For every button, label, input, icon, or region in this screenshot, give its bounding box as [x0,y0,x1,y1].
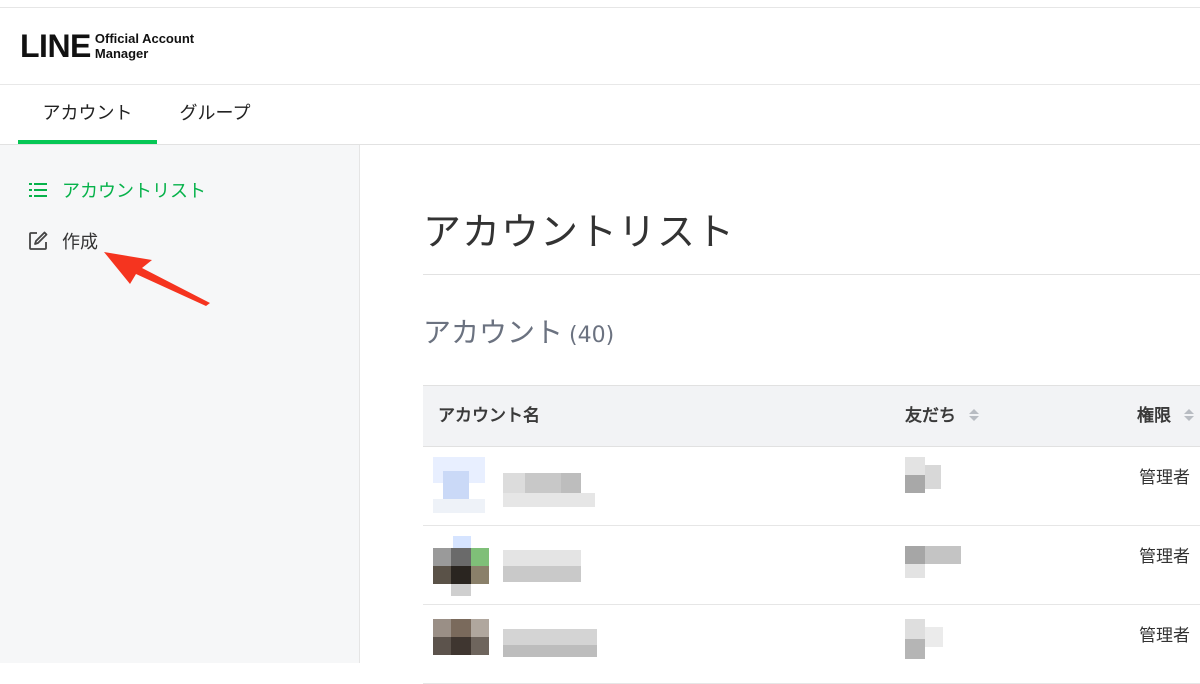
logo-subtitle-line2: Manager [94,46,149,61]
app-header: LINE Official Account Manager [0,8,1200,85]
column-label: 権限 [1137,406,1171,426]
friends-count-redacted [905,546,961,582]
table-row[interactable]: 管理者 [423,605,1200,684]
page-title: アカウントリスト [423,210,736,254]
section-title-label: アカウント [423,316,564,349]
column-permission[interactable]: 権限 [1137,386,1195,446]
sidebar: アカウントリスト 作成 [0,145,360,663]
tab-group[interactable]: グループ [160,85,270,144]
table-row[interactable]: 管理者 [423,526,1200,605]
sort-icon[interactable] [968,407,980,423]
sidebar-item-label: アカウントリスト [62,181,206,202]
account-name-redacted [433,619,633,669]
top-strip [0,0,1200,8]
column-label: アカウント名 [438,406,540,426]
sort-icon[interactable] [1183,407,1195,423]
logo-subtitle-line1: Official Account [94,31,195,46]
column-friends[interactable]: 友だち [905,386,980,446]
account-table: アカウント名 友だち 権限 管理者 管理者 管理者 [423,385,1200,684]
sidebar-item-account-list[interactable]: アカウントリスト [26,176,206,204]
logo-subtitle: Official Account Manager [95,31,194,61]
table-row[interactable]: 管理者 [423,447,1200,526]
permission-cell: 管理者 [1139,468,1190,488]
tab-account[interactable]: アカウント [18,85,157,144]
permission-cell: 管理者 [1139,626,1190,646]
account-name-redacted [433,536,633,596]
friends-count-redacted [905,619,945,659]
title-divider [423,274,1200,275]
column-label: 友だち [905,406,956,426]
sidebar-item-create[interactable]: 作成 [26,227,98,255]
sidebar-item-label: 作成 [62,232,98,253]
line-oam-logo[interactable]: LINE Official Account Manager [20,30,194,62]
logo-line-text: LINE [20,28,91,64]
edit-icon [29,231,48,250]
permission-cell: 管理者 [1139,547,1190,567]
annotation-arrow-icon [104,252,210,306]
list-icon [29,183,47,197]
account-count: (40) [569,323,615,348]
account-name-redacted [433,457,633,513]
column-account-name[interactable]: アカウント名 [438,386,540,446]
section-title: アカウント (40) [423,311,614,351]
table-header: アカウント名 友だち 権限 [423,385,1200,447]
friends-count-redacted [905,457,943,493]
top-tabs: アカウント グループ [0,85,1200,145]
main-content: アカウントリスト アカウント (40) アカウント名 友だち 権限 管理者 管理… [360,145,1200,684]
